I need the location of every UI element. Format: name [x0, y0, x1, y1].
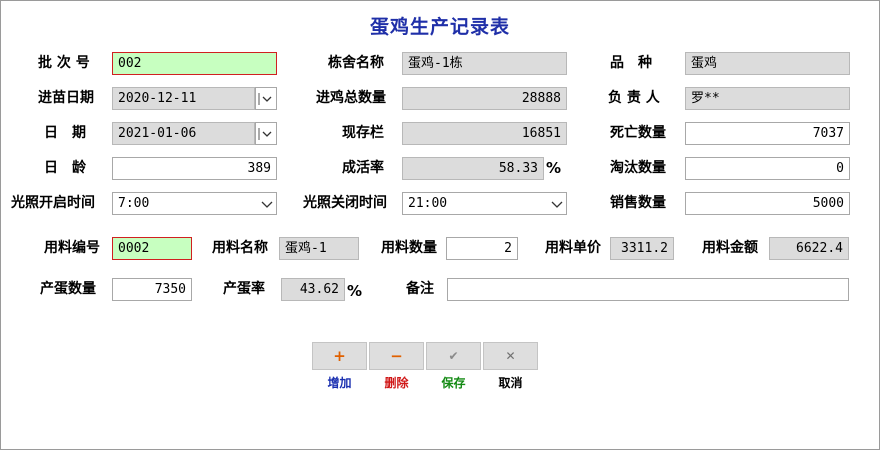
egg-rate-field[interactable]: 43.62 [281, 278, 345, 301]
delete-button[interactable]: − [369, 342, 424, 370]
date-dropdown-button[interactable] [255, 122, 277, 145]
egg-rate-unit: % [347, 282, 363, 300]
check-icon: ✔ [448, 349, 459, 363]
house-field[interactable]: 蛋鸡-1栋 [402, 52, 567, 75]
plus-icon: + [333, 347, 346, 365]
chevron-down-icon [258, 93, 272, 105]
date-label: 日 期 [44, 125, 86, 141]
save-button[interactable]: ✔ [426, 342, 481, 370]
cull-input[interactable]: 0 [685, 157, 850, 180]
feed-name-label: 用料名称 [212, 240, 268, 256]
breed-field[interactable]: 蛋鸡 [685, 52, 850, 75]
minus-icon: − [390, 347, 403, 365]
chevron-down-icon [548, 193, 566, 214]
feed-code-input[interactable]: 0002 [112, 237, 192, 260]
feed-amount-field[interactable]: 6622.4 [769, 237, 849, 260]
page-title: 蛋鸡生产记录表 [369, 16, 510, 38]
delete-button-label[interactable]: 删除 [369, 374, 424, 391]
egg-count-input[interactable]: 7350 [112, 278, 192, 301]
close-icon: ✕ [505, 349, 516, 363]
survival-rate-field[interactable]: 58.33 [402, 157, 544, 180]
cancel-button-label[interactable]: 取消 [483, 374, 538, 391]
intake-date-label: 进苗日期 [38, 90, 94, 106]
death-input[interactable]: 7037 [685, 122, 850, 145]
total-birds-label: 进鸡总数量 [316, 90, 386, 106]
survival-rate-label: 成活率 [342, 160, 384, 176]
light-on-label: 光照开启时间 [11, 195, 95, 211]
house-label: 栋舍名称 [328, 55, 384, 71]
feed-price-field[interactable]: 3311.2 [610, 237, 674, 260]
chevron-down-icon [258, 128, 272, 140]
feed-code-label: 用料编号 [44, 240, 100, 256]
chevron-down-icon [258, 193, 276, 214]
feed-amount-label: 用料金额 [702, 240, 758, 256]
light-off-value: 21:00 [408, 196, 448, 211]
owner-field[interactable]: 罗** [685, 87, 850, 110]
feed-qty-input[interactable]: 2 [446, 237, 518, 260]
age-input[interactable]: 389 [112, 157, 277, 180]
feed-name-field[interactable]: 蛋鸡-1 [279, 237, 359, 260]
batch-label: 批 次 号 [38, 55, 90, 71]
death-label: 死亡数量 [610, 125, 666, 141]
batch-input[interactable]: 002 [112, 52, 277, 75]
breed-label: 品 种 [610, 55, 652, 71]
light-on-select[interactable]: 7:00 [112, 192, 277, 215]
light-off-select[interactable]: 21:00 [402, 192, 567, 215]
cull-label: 淘汰数量 [610, 160, 666, 176]
sales-input[interactable]: 5000 [685, 192, 850, 215]
stock-field[interactable]: 16851 [402, 122, 567, 145]
intake-date-dropdown-button[interactable] [255, 87, 277, 110]
intake-date-picker[interactable]: 2020-12-11 [112, 87, 255, 110]
save-button-label[interactable]: 保存 [426, 374, 481, 391]
stock-label: 现存栏 [342, 125, 384, 141]
survival-rate-unit: % [546, 159, 562, 177]
owner-label: 负 责 人 [608, 90, 660, 106]
remark-input[interactable] [447, 278, 849, 301]
remark-label: 备注 [406, 281, 434, 297]
total-birds-field[interactable]: 28888 [402, 87, 567, 110]
age-label: 日 龄 [44, 160, 86, 176]
feed-qty-label: 用料数量 [381, 240, 437, 256]
add-button[interactable]: + [312, 342, 367, 370]
date-picker[interactable]: 2021-01-06 [112, 122, 255, 145]
light-on-value: 7:00 [118, 196, 150, 211]
light-off-label: 光照关闭时间 [303, 195, 387, 211]
sales-label: 销售数量 [610, 195, 666, 211]
feed-price-label: 用料单价 [545, 240, 601, 256]
egg-count-label: 产蛋数量 [40, 281, 96, 297]
egg-rate-label: 产蛋率 [223, 281, 265, 297]
cancel-button[interactable]: ✕ [483, 342, 538, 370]
add-button-label[interactable]: 增加 [312, 374, 367, 391]
